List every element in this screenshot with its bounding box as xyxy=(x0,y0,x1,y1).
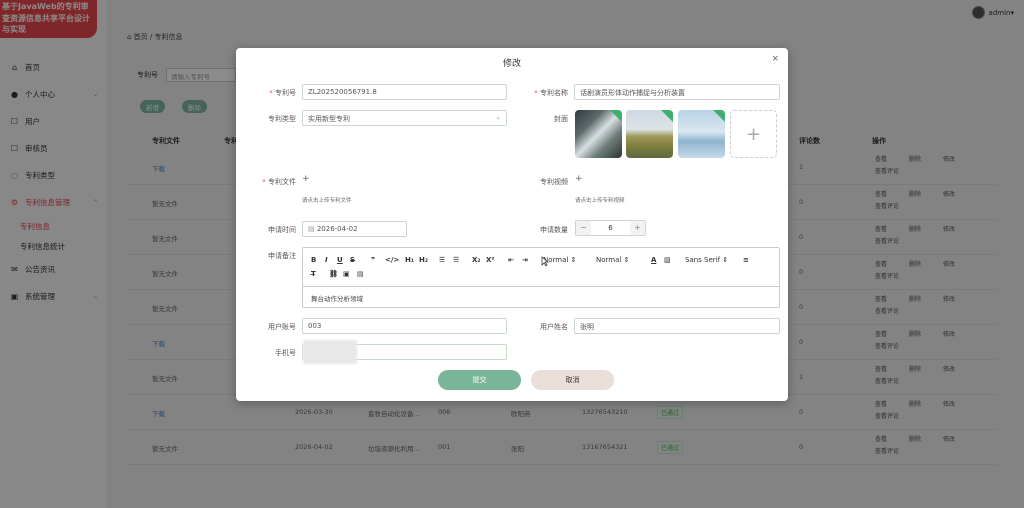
italic-icon[interactable]: I xyxy=(325,256,328,264)
clear-format-icon[interactable]: T̶ xyxy=(311,270,316,278)
cursor-icon xyxy=(541,256,549,267)
patent-name-input[interactable]: 话剧演员形体动作捕捉与分析装置 xyxy=(574,84,780,100)
phone-label: 手机号 xyxy=(275,349,296,357)
bullet-list-icon[interactable]: ☰ xyxy=(453,256,459,264)
file-upload-hint: 请点击上传专利文件 xyxy=(302,198,352,204)
cover-image-2[interactable] xyxy=(626,110,673,158)
dialog-title: 修改 xyxy=(502,59,521,69)
redaction-mask xyxy=(303,340,357,364)
apply-time-picker[interactable]: ▤ 2026-04-02 xyxy=(302,221,407,237)
apply-time-label: 申请时间 xyxy=(268,226,296,234)
account-label: 用户账号 xyxy=(268,323,296,331)
editor-toolbar: B I U S ❞ </> H₁ H₂ ☰ ☰ X₂ X² ⇤ ⇥ Normal… xyxy=(303,248,779,287)
subscript-icon[interactable]: X₂ xyxy=(472,256,480,264)
add-cover-button[interactable]: + xyxy=(730,110,777,158)
outdent-icon[interactable]: ⇤ xyxy=(508,256,514,264)
font-select-value: Sans Serif xyxy=(685,256,721,264)
username-input[interactable]: 张明 xyxy=(574,318,780,334)
link-icon[interactable]: ⛓ xyxy=(329,270,338,278)
upload-video-plus-icon[interactable]: + xyxy=(575,174,583,184)
cancel-button[interactable]: 取消 xyxy=(531,370,614,390)
patent-name-label-text: 专利名称 xyxy=(540,89,568,97)
header-select-value: Normal xyxy=(596,256,622,264)
underline-icon[interactable]: U xyxy=(337,256,343,264)
patent-video-label: 专利视频 xyxy=(540,178,568,186)
upload-file-plus-icon[interactable]: + xyxy=(302,174,310,184)
blockquote-icon[interactable]: ❞ xyxy=(371,256,375,264)
account-input[interactable]: 003 xyxy=(302,318,507,334)
text-color-icon[interactable]: A xyxy=(651,256,656,264)
upload-success-icon xyxy=(610,110,622,122)
apply-time-value: 2026-04-02 xyxy=(316,225,358,233)
superscript-icon[interactable]: X² xyxy=(486,256,494,264)
plus-icon: + xyxy=(745,123,762,145)
patent-no-input[interactable]: ZL202520056791.8 xyxy=(302,84,507,100)
patent-type-value: 实用新型专利 xyxy=(308,115,350,123)
chevron-updown-icon: ⇕ xyxy=(722,256,729,264)
header2-icon[interactable]: H₂ xyxy=(419,256,428,264)
image-icon[interactable]: ▣ xyxy=(343,270,350,278)
cover-image-1[interactable] xyxy=(575,110,622,158)
patent-file-label-text: 专利文件 xyxy=(268,178,296,186)
decrement-button[interactable]: − xyxy=(576,221,591,235)
chevron-down-icon: ⌄ xyxy=(495,114,501,121)
code-icon[interactable]: </> xyxy=(385,256,399,264)
apply-count-stepper[interactable]: − 6 + xyxy=(575,220,646,236)
patent-name-label: * 专利名称 xyxy=(534,89,568,97)
patent-type-select[interactable]: 实用新型专利 ⌄ xyxy=(302,110,507,126)
submit-button[interactable]: 提交 xyxy=(438,370,521,390)
align-icon[interactable]: ≡ xyxy=(743,256,749,264)
background-color-icon[interactable]: ▨ xyxy=(664,256,671,264)
chevron-updown-icon: ⇕ xyxy=(570,256,577,264)
upload-success-icon xyxy=(661,110,673,122)
chevron-updown-icon: ⇕ xyxy=(623,256,630,264)
bold-icon[interactable]: B xyxy=(311,256,316,264)
apply-count-label: 申请数量 xyxy=(540,226,568,234)
increment-button[interactable]: + xyxy=(630,221,645,235)
cover-image-3[interactable] xyxy=(678,110,725,158)
patent-no-label: * 专利号 xyxy=(269,89,296,97)
indent-icon[interactable]: ⇥ xyxy=(522,256,528,264)
apply-count-value: 6 xyxy=(608,224,613,232)
patent-file-label: * 专利文件 xyxy=(262,178,296,186)
calendar-icon: ▤ xyxy=(308,225,317,233)
cover-label: 封面 xyxy=(554,115,568,123)
video-icon[interactable]: ▤ xyxy=(357,270,364,278)
editor-content[interactable]: 舞台动作分析领域 xyxy=(311,293,363,303)
video-upload-hint: 请点击上传专利视频 xyxy=(575,198,625,204)
ordered-list-icon[interactable]: ☰ xyxy=(439,256,445,264)
close-icon[interactable]: × xyxy=(771,54,779,64)
header-select[interactable]: Normal ⇕ xyxy=(596,256,629,264)
font-select[interactable]: Sans Serif ⇕ xyxy=(685,256,728,264)
username-field-label: 用户姓名 xyxy=(540,323,568,331)
edit-dialog: 修改 × * 专利号 ZL202520056791.8 * 专利名称 话剧演员形… xyxy=(236,48,788,401)
upload-success-icon xyxy=(713,110,725,122)
remark-label: 申请备注 xyxy=(268,252,296,260)
patent-type-label: 专利类型 xyxy=(268,115,296,123)
patent-no-label-text: 专利号 xyxy=(275,89,296,97)
strike-icon[interactable]: S xyxy=(350,256,355,264)
header1-icon[interactable]: H₁ xyxy=(405,256,414,264)
